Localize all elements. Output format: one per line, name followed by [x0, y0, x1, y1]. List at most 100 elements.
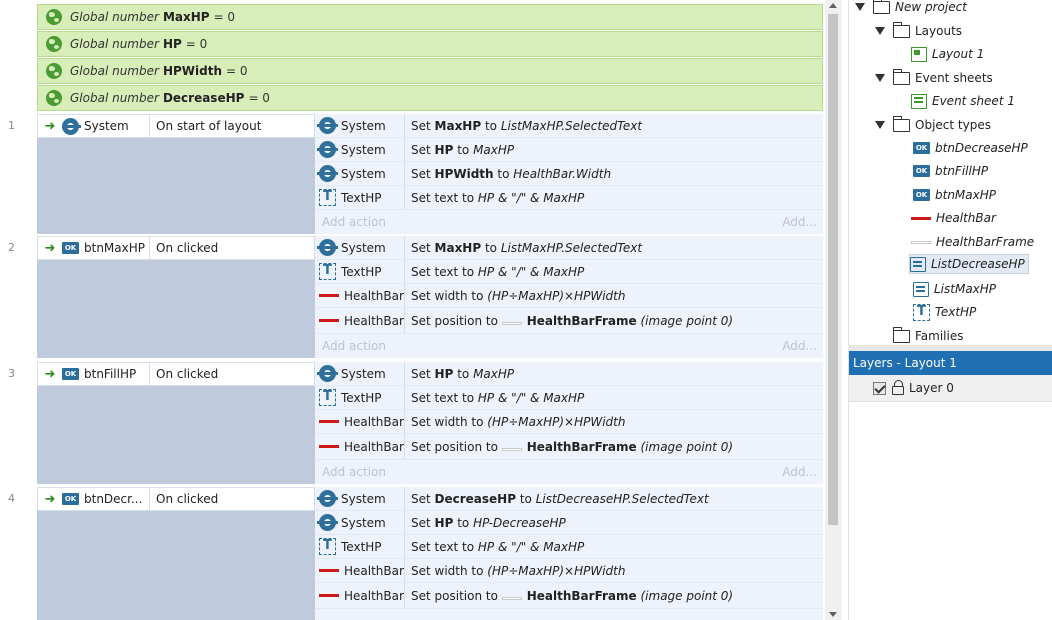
add-link[interactable]: Add...: [782, 215, 817, 229]
add-link[interactable]: Add...: [782, 339, 817, 353]
condition-row[interactable]: ➜ System On start of layout: [37, 114, 315, 138]
tree-item-event-sheets[interactable]: Event sheets: [875, 68, 993, 88]
tree-item-label: ListMaxHP: [934, 282, 997, 296]
tree-item-object[interactable]: OK btnFillHP: [913, 161, 988, 181]
condition-object[interactable]: OK btnDecr...: [62, 488, 150, 510]
tree-item-object-types[interactable]: Object types: [875, 115, 991, 135]
action-object-name: HealthBar: [344, 313, 404, 328]
add-action-row[interactable]: Add action Add...: [315, 460, 823, 484]
conditions-column[interactable]: ➜ System On start of layout: [37, 114, 315, 234]
condition-text: On clicked: [156, 492, 219, 506]
scrollbar-thumb[interactable]: [828, 14, 838, 525]
conditions-column[interactable]: ➜ OK btnDecr... On clicked: [37, 487, 315, 620]
tree-item-event-sheet-1[interactable]: Event sheet 1: [911, 91, 1015, 111]
lock-icon[interactable]: [892, 380, 904, 395]
global-variable-row[interactable]: Global number MaxHP = 0: [37, 4, 823, 30]
folder-icon: [892, 21, 910, 38]
scroll-up-arrow-icon[interactable]: [829, 3, 837, 8]
global-variable-row[interactable]: Global number HPWidth = 0: [37, 58, 823, 84]
add-action-link[interactable]: Add action: [322, 339, 386, 353]
layer-row[interactable]: Layer 0: [849, 375, 1052, 402]
tree-item-object[interactable]: ListMaxHP: [913, 279, 996, 299]
tree-item-object[interactable]: OK btnMaxHP: [913, 185, 996, 205]
folder-icon: [892, 115, 910, 132]
global-var-name: MaxHP: [162, 10, 210, 24]
actions-column[interactable]: System Set MaxHP to ListMaxHP.SelectedTe…: [315, 236, 823, 358]
action-row[interactable]: TextHP Set text to HP & "/" & MaxHP: [315, 535, 823, 559]
add-link[interactable]: Add...: [782, 465, 817, 479]
tree-item-object[interactable]: OK btnDecreaseHP: [913, 138, 1028, 158]
add-action-row[interactable]: Add action Add...: [315, 334, 823, 358]
action-row[interactable]: HealthBar Set width to (HP÷MaxHP)×HPWidt…: [315, 284, 823, 308]
vertical-scrollbar[interactable]: [825, 0, 842, 620]
action-object-name: HealthBar: [344, 563, 404, 578]
action-row[interactable]: TextHP Set text to HP & "/" & MaxHP: [315, 386, 823, 410]
condition-row[interactable]: ➜ OK btnDecr... On clicked: [37, 487, 315, 511]
frame-icon: [501, 596, 522, 600]
global-variable-row[interactable]: Global number DecreaseHP = 0: [37, 85, 823, 111]
add-action-row[interactable]: Add action Add...: [315, 210, 823, 234]
gear-icon: [317, 141, 338, 158]
tree-item-object-selected[interactable]: ListDecreaseHP: [909, 254, 1029, 274]
action-object-name: System: [341, 142, 386, 157]
expand-arrow-icon[interactable]: [875, 121, 885, 129]
tree-item-label: Event sheets: [915, 71, 993, 85]
tree-item-layout-1[interactable]: Layout 1: [911, 44, 984, 64]
action-row[interactable]: HealthBar Set width to (HP÷MaxHP)×HPWidt…: [315, 559, 823, 583]
scroll-down-arrow-icon[interactable]: [829, 612, 837, 617]
tree-item-label: Layout 1: [932, 47, 985, 61]
expand-arrow-icon[interactable]: [855, 3, 865, 11]
global-variable-row[interactable]: Global number HP = 0: [37, 31, 823, 57]
tree-item-label: Object types: [915, 118, 991, 132]
condition-row[interactable]: ➜ OK btnMaxHP On clicked: [37, 236, 315, 260]
tree-item-families[interactable]: Families: [892, 326, 963, 346]
event-block[interactable]: 3 ➜ OK btnFillHP On clicked System Set H…: [0, 362, 825, 484]
healthbar-icon: [319, 420, 339, 423]
project-bar[interactable]: New project Layouts Layout 1 Event sheet…: [848, 0, 1052, 345]
event-block[interactable]: 2 ➜ OK btnMaxHP On clicked System Set Ma…: [0, 236, 825, 358]
add-action-link[interactable]: Add action: [322, 215, 386, 229]
actions-column[interactable]: System Set DecreaseHP to ListDecreaseHP.…: [315, 487, 823, 620]
folder-icon: [892, 68, 910, 85]
actions-column[interactable]: System Set MaxHP to ListMaxHP.SelectedTe…: [315, 114, 823, 234]
event-block[interactable]: 1 ➜ System On start of layout System Set…: [0, 114, 825, 234]
condition-object[interactable]: OK btnFillHP: [62, 363, 150, 385]
actions-column[interactable]: System Set HP to MaxHP TextHP Set text t…: [315, 362, 823, 484]
conditions-column[interactable]: ➜ OK btnFillHP On clicked: [37, 362, 315, 484]
action-row[interactable]: TextHP Set text to HP & "/" & MaxHP: [315, 186, 823, 210]
action-row[interactable]: System Set HP to MaxHP: [315, 138, 823, 162]
condition-object[interactable]: OK btnMaxHP: [62, 237, 150, 259]
event-number: 1: [8, 119, 15, 132]
action-row[interactable]: HealthBar Set position to HealthBarFrame…: [315, 434, 823, 460]
condition-object[interactable]: System: [62, 115, 150, 137]
action-row[interactable]: System Set HP to MaxHP: [315, 362, 823, 386]
action-row[interactable]: System Set DecreaseHP to ListDecreaseHP.…: [315, 487, 823, 511]
event-sheet[interactable]: Global number MaxHP = 0 Global number HP…: [0, 0, 842, 620]
expand-arrow-icon[interactable]: [875, 74, 885, 82]
global-var-kind: Global number: [70, 37, 159, 51]
action-object: TextHP: [315, 535, 405, 558]
action-text: Set HP to MaxHP: [411, 366, 515, 381]
tree-item-object[interactable]: HealthBar: [911, 208, 996, 228]
tree-item-layouts[interactable]: Layouts: [875, 21, 962, 41]
condition-row[interactable]: ➜ OK btnFillHP On clicked: [37, 362, 315, 386]
action-row[interactable]: HealthBar Set position to HealthBarFrame…: [315, 308, 823, 334]
add-action-link[interactable]: Add action: [322, 465, 386, 479]
event-block[interactable]: 4 ➜ OK btnDecr... On clicked System Set …: [0, 487, 825, 620]
action-row[interactable]: System Set HPWidth to HealthBar.Width: [315, 162, 823, 186]
action-row[interactable]: HealthBar Set position to HealthBarFrame…: [315, 583, 823, 609]
action-row[interactable]: HealthBar Set width to (HP÷MaxHP)×HPWidt…: [315, 410, 823, 434]
layer-visible-checkbox[interactable]: [873, 381, 886, 395]
tree-item-project[interactable]: New project: [855, 0, 967, 17]
tree-item-object[interactable]: HealthBarFrame: [911, 232, 1034, 252]
action-row[interactable]: System Set HP to HP-DecreaseHP: [315, 511, 823, 535]
action-row[interactable]: System Set MaxHP to ListMaxHP.SelectedTe…: [315, 114, 823, 138]
action-text: Set MaxHP to ListMaxHP.SelectedText: [411, 118, 643, 133]
action-row[interactable]: TextHP Set text to HP & "/" & MaxHP: [315, 260, 823, 284]
action-row[interactable]: System Set MaxHP to ListMaxHP.SelectedTe…: [315, 236, 823, 260]
layers-bar[interactable]: Layers - Layout 1 Layer 0: [848, 351, 1052, 620]
tree-item-object[interactable]: TextHP: [913, 302, 976, 322]
conditions-column[interactable]: ➜ OK btnMaxHP On clicked: [37, 236, 315, 358]
expand-arrow-icon[interactable]: [875, 27, 885, 35]
action-text: Set HP to HP-DecreaseHP: [411, 515, 566, 530]
